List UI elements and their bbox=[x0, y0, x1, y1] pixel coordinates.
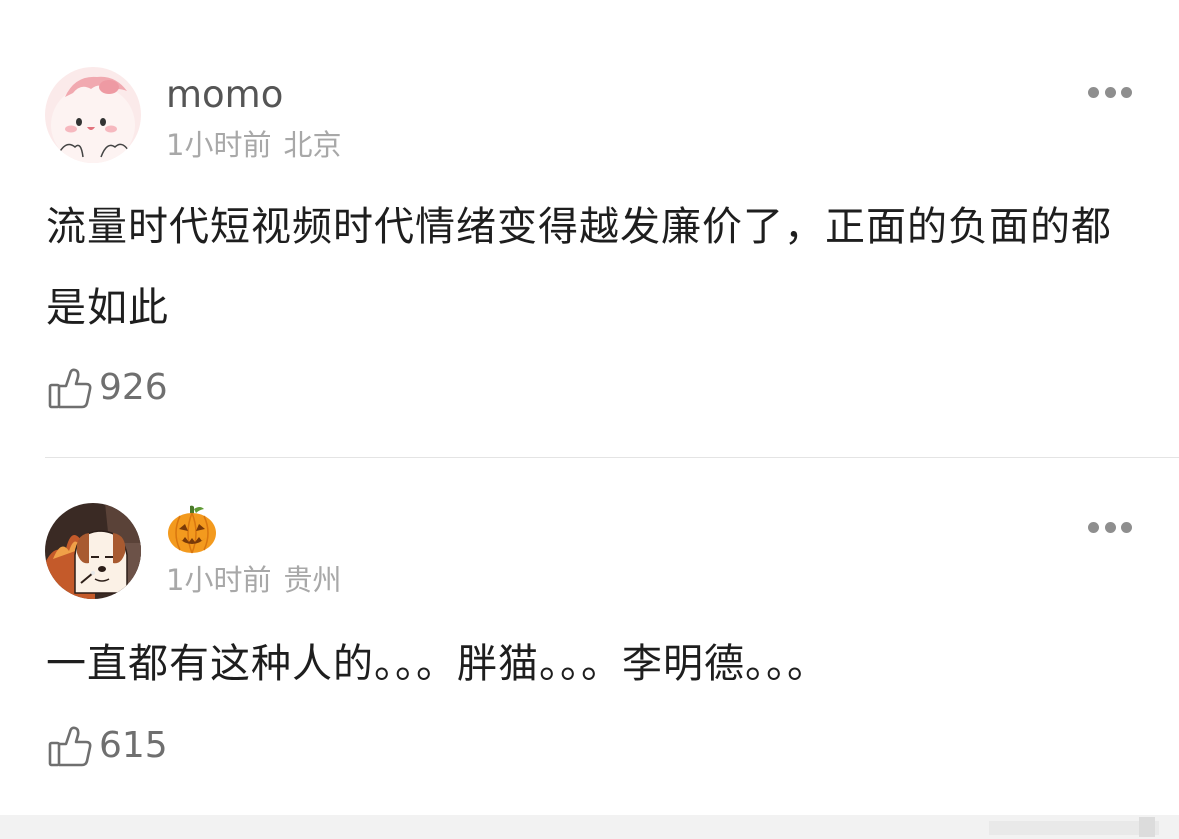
more-dots-icon[interactable] bbox=[1088, 86, 1132, 98]
avatar-image bbox=[45, 503, 141, 599]
comment-time: 1小时前 bbox=[166, 128, 272, 162]
comment-time: 1小时前 bbox=[166, 563, 272, 597]
thumbs-up-icon bbox=[48, 726, 92, 767]
comment-list: momo 1小时前 北京 流量时代短视频时代情绪变得越发廉价了，正面的负面的都是如… bbox=[0, 0, 1179, 839]
comment-meta: 1小时前 贵州 bbox=[166, 566, 341, 595]
bottom-bar bbox=[0, 815, 1179, 839]
thumbs-up-icon bbox=[48, 368, 92, 409]
comment-location: 贵州 bbox=[283, 563, 342, 597]
pumpkin-icon bbox=[168, 505, 216, 554]
username[interactable]: momo bbox=[166, 76, 283, 113]
like-count: 926 bbox=[99, 367, 168, 408]
username[interactable]: 🎃 bbox=[166, 503, 218, 559]
comment-item: momo 1小时前 北京 流量时代短视频时代情绪变得越发廉价了，正面的负面的都是如… bbox=[0, 0, 1179, 457]
like-button[interactable]: 926 bbox=[47, 366, 168, 410]
watermark-logo bbox=[989, 817, 1159, 837]
avatar[interactable] bbox=[45, 67, 141, 163]
comment-item: 🎃 1小时前贵州 一直都有这种人的。。。胖猫。。。李明德。。。 615 bbox=[0, 458, 1179, 815]
like-button[interactable]: 615 bbox=[47, 724, 168, 768]
comment-text: 流量时代短视频时代情绪变得越发廉价了，正面的负面的都是如此 bbox=[46, 204, 1112, 331]
like-count: 615 bbox=[99, 725, 168, 766]
comment-text: 一直都有这种人的。。。胖猫。。。李明德。。。 bbox=[46, 641, 828, 687]
more-dots-icon[interactable] bbox=[1088, 521, 1132, 533]
comment-location: 北京 bbox=[283, 128, 342, 162]
avatar[interactable] bbox=[45, 503, 141, 599]
avatar-image bbox=[45, 67, 141, 163]
comment-meta: 1小时前 北京 bbox=[166, 131, 341, 160]
